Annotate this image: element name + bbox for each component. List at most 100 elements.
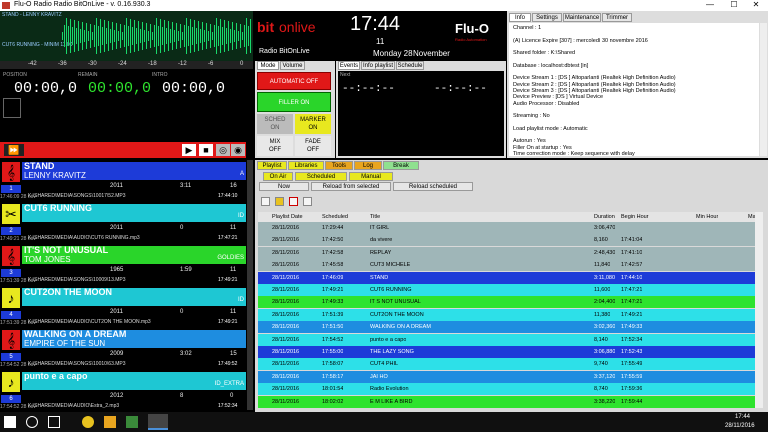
mix-button[interactable]: MIX OFF	[257, 136, 293, 156]
mute-button[interactable]: ◉	[231, 144, 245, 156]
table-row[interactable]: 28/11/2016 17:46:09 STAND 3:11,080 17:44…	[258, 271, 755, 284]
waveform-bar	[128, 26, 129, 46]
task-view-icon[interactable]	[48, 416, 60, 428]
delete-icon[interactable]	[289, 197, 298, 206]
waveform-bar	[80, 29, 81, 43]
waveform-bar	[170, 29, 171, 43]
clock-time: 17:44	[350, 13, 401, 35]
skip-button[interactable]: ⏩	[4, 144, 24, 156]
cell-begin: 17:47:21	[621, 299, 643, 306]
col-header[interactable]: Duration	[594, 212, 615, 222]
new-icon[interactable]	[261, 197, 270, 206]
table-row[interactable]: 28/11/2016 17:42:50 da vivere 8,160 17:4…	[258, 234, 755, 247]
tab-info[interactable]: Info	[509, 13, 531, 22]
tab-manual[interactable]: Manual	[349, 172, 393, 181]
table-row[interactable]: 28/11/2016 18:01:54 Radio Evolution 8,74…	[258, 383, 755, 396]
cell-title: CUT2ON THE MOON	[370, 311, 424, 318]
reload-scheduled-button[interactable]: Reload scheduled	[393, 182, 473, 191]
stop-button[interactable]: ■	[199, 144, 213, 156]
open-icon[interactable]	[275, 197, 284, 206]
play-button[interactable]: ▶	[182, 144, 196, 156]
waveform-bar	[240, 24, 241, 48]
tab-tools[interactable]: Tools	[325, 161, 353, 170]
cell-begin: 17:47:21	[621, 287, 643, 293]
waveform-bar	[92, 32, 93, 40]
windows-start-icon[interactable]	[4, 416, 16, 428]
remain-label: REMAIN	[78, 72, 98, 78]
chrome-icon[interactable]	[82, 416, 94, 428]
station-name: Radio BitOnLive	[259, 48, 310, 55]
cell-begin: 17:41:04	[621, 237, 643, 244]
schedule-button[interactable]: SCHED ON	[257, 114, 293, 134]
col-header[interactable]: Begin Hour	[621, 212, 649, 222]
loop-button[interactable]: ◎	[216, 144, 230, 156]
cell-date: 28/11/2016	[272, 336, 300, 343]
reload-selected-button[interactable]: Reload from selected	[311, 182, 391, 191]
tab-trimmer[interactable]: Trimmer	[602, 13, 632, 22]
mode-panel: Mode Volume AUTOMATIC OFF FILLER ON SCHE…	[255, 61, 335, 158]
item-duration: 3:11	[180, 183, 192, 189]
scale-tick: -18	[148, 61, 157, 67]
cell-date: 28/11/2016	[272, 225, 300, 231]
table-row[interactable]: 28/11/2016 17:49:21 CUT6 RUNNING 11,600 …	[258, 284, 755, 296]
table-row[interactable]: 28/11/2016 17:51:50 WALKING ON A DREAM 3…	[258, 321, 755, 334]
table-row[interactable]: 28/11/2016 17:45:58 CUT3 MICHELE 11,840 …	[258, 259, 755, 272]
automatic-button[interactable]: AUTOMATIC OFF	[257, 72, 331, 90]
next-time-2: --:--:--	[434, 83, 487, 95]
waveform-bar	[216, 18, 217, 54]
waveform-bar	[126, 18, 127, 54]
grid-scrollbar[interactable]	[755, 212, 763, 408]
table-row[interactable]: 28/11/2016 17:55:00 THE LAZY SONG 3:06,8…	[258, 346, 755, 358]
tab-break[interactable]: Break	[383, 161, 419, 170]
marker-button[interactable]: MARKER ON	[295, 114, 331, 134]
minimize-button[interactable]: —	[700, 0, 720, 9]
waveform-bar	[230, 29, 231, 43]
fade-button[interactable]: FADE OFF	[295, 136, 331, 156]
tab-scheduled[interactable]: Scheduled	[295, 172, 347, 181]
cell-begin: 17:59:36	[621, 386, 643, 393]
scale-tick: -30	[88, 61, 97, 67]
tab-mode[interactable]: Mode	[257, 61, 279, 70]
tab-log[interactable]: Log	[354, 161, 382, 170]
close-button[interactable]: ✕	[746, 0, 766, 9]
table-row[interactable]: 28/11/2016 17:58:07 CUT4 PHIL 9,740 17:5…	[258, 358, 755, 371]
filler-button[interactable]: FILLER ON	[257, 92, 331, 112]
table-row[interactable]: 28/11/2016 17:42:58 REPLAY 2:48,430 17:4…	[258, 246, 755, 259]
table-row[interactable]: 28/11/2016 17:54:52 punto e a capo 8,140…	[258, 333, 755, 346]
tab-maintenance[interactable]: Maintenance	[563, 13, 601, 22]
tab-info-playlist[interactable]: Info playlist	[361, 61, 395, 70]
waveform-bar	[236, 23, 237, 49]
waveform-bar	[78, 21, 79, 51]
waveform-bar	[212, 32, 213, 40]
queue-item[interactable]: 𝄞 STAND LENNY KRAVITZ A 1 2011 3:11 16 K:…	[0, 160, 246, 203]
table-row[interactable]: 28/11/2016 18:02:02 E M LIKE A BIRD 3:38…	[258, 395, 755, 408]
tab-schedule[interactable]: Schedule	[396, 61, 424, 70]
table-row[interactable]: 28/11/2016 17:49:33 IT S NOT UNUSUAL 2:0…	[258, 296, 755, 309]
tab-settings[interactable]: Settings	[532, 13, 562, 22]
cell-duration: 8,740	[594, 386, 608, 393]
table-row[interactable]: 28/11/2016 17:51:39 CUT2ON THE MOON 11,3…	[258, 308, 755, 321]
table-row[interactable]: 28/11/2016 17:58:17 JAI HO 3:37,120 17:5…	[258, 370, 755, 383]
col-header[interactable]: Scheduled	[322, 212, 348, 222]
cell-duration: 3:06,880	[594, 349, 616, 355]
radio-app-icon[interactable]	[148, 414, 168, 430]
col-header[interactable]: Title	[370, 212, 380, 222]
cell-title: WALKING ON A DREAM	[370, 324, 431, 331]
maximize-button[interactable]: ☐	[724, 0, 744, 9]
col-header[interactable]: Min Hour	[696, 212, 718, 222]
app-c-icon[interactable]	[126, 416, 138, 428]
tab-events[interactable]: Events	[338, 61, 360, 70]
file-explorer-icon[interactable]	[104, 416, 116, 428]
waveform-bar	[138, 21, 139, 51]
col-header[interactable]: Playlist Date	[272, 212, 303, 222]
tab-libraries[interactable]: Libraries	[288, 161, 324, 170]
save-icon[interactable]	[303, 197, 312, 206]
tab-volume[interactable]: Volume	[280, 61, 305, 70]
cell-scheduled: 17:29:44	[322, 225, 344, 231]
tab-on-air[interactable]: On Air	[263, 172, 293, 181]
info-scrollbar[interactable]	[760, 23, 767, 156]
now-button[interactable]: Now	[259, 182, 309, 191]
tab-playlist[interactable]: Playlist	[257, 161, 287, 170]
table-row[interactable]: 28/11/2016 17:29:44 IT GIRL 3:06,470	[258, 222, 755, 234]
search-icon[interactable]	[26, 416, 38, 428]
